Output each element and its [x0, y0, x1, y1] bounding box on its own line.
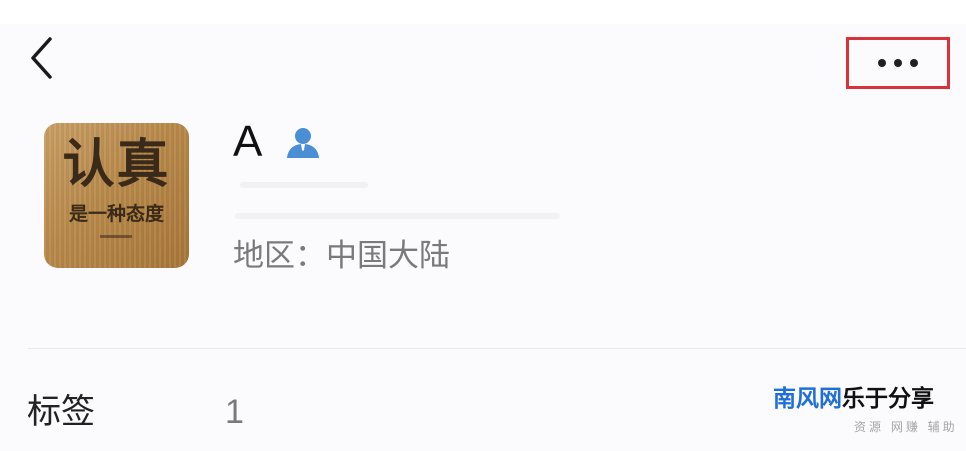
avatar-decoration [100, 235, 132, 238]
person-icon [286, 127, 320, 163]
tags-value: 1 [225, 393, 244, 431]
more-horizontal-icon [878, 59, 886, 67]
watermark-title-slogan: 乐于分享 [842, 386, 934, 412]
obscured-text-line [240, 182, 368, 188]
back-button[interactable] [20, 34, 64, 86]
watermark: 南风网乐于分享 资源 网赚 辅助 [770, 384, 966, 442]
tags-label: 标签 [27, 392, 95, 432]
profile-screen: 认真 是一种态度 A 地区：中国大陆 标签 1 南风网乐于分享 资源 网赚 辅助 [0, 0, 966, 451]
status-bar-area [0, 0, 966, 24]
more-horizontal-icon-dot [894, 59, 902, 67]
watermark-title: 南风网乐于分享 [773, 384, 934, 414]
more-horizontal-icon-dot [910, 59, 918, 67]
chevron-left-icon [28, 36, 56, 84]
section-divider [28, 348, 966, 349]
more-options-button[interactable] [846, 37, 950, 89]
profile-name: A [233, 117, 263, 166]
obscured-text-line [235, 213, 560, 219]
avatar-text-main: 认真 [62, 135, 171, 195]
avatar[interactable]: 认真 是一种态度 [44, 123, 189, 268]
region-text: 地区：中国大陆 [233, 238, 450, 274]
watermark-title-brand: 南风网 [773, 386, 842, 412]
watermark-subtitle: 资源 网赚 辅助 [854, 420, 958, 434]
profile-name-row: A [233, 116, 320, 168]
avatar-text-sub: 是一种态度 [68, 203, 164, 225]
